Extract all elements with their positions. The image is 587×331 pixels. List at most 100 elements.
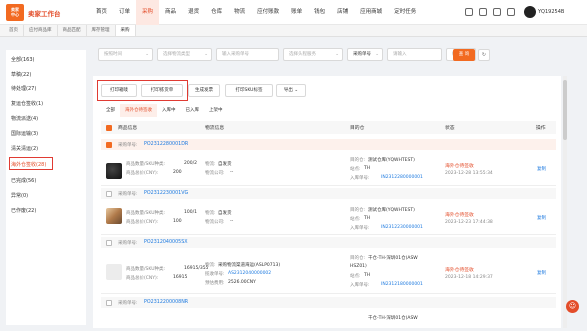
page-tab-product-match[interactable]: 商品匹配 xyxy=(58,25,87,36)
logistics-type-text: 选择物流类型 xyxy=(163,52,190,57)
carrier-value: -- xyxy=(230,170,234,175)
status-date: 2023-12-28 13:55:34 xyxy=(445,171,493,176)
print-label-button[interactable]: 打印箱唛 xyxy=(101,84,137,97)
print-pick-button[interactable]: 打印拣货单 xyxy=(141,84,183,97)
sidebar-item-all[interactable]: 全部(163) xyxy=(11,56,34,63)
shipping-value: 采购物流渠道海运(ASLP0713) xyxy=(218,263,281,268)
nav-purchase[interactable]: 采购 xyxy=(136,0,160,25)
order-number-link[interactable]: PO2312200008NR xyxy=(144,300,188,305)
status-badge: 海外仓待签收 xyxy=(445,213,474,218)
logistics-type-filter[interactable]: 选择物流类型 ⌄ xyxy=(157,48,212,61)
row-checkbox[interactable] xyxy=(106,191,112,197)
sidebar-item-pending[interactable]: 待处理(27) xyxy=(11,85,36,92)
settings-icon[interactable] xyxy=(507,8,515,16)
page-tab-home[interactable]: 首页 xyxy=(4,25,24,36)
nav-store[interactable]: 店铺 xyxy=(331,0,354,25)
tracking-link[interactable]: AS2312040000002 xyxy=(228,271,271,276)
print-sku-button[interactable]: 打印SKU标签 xyxy=(225,84,273,97)
order-number-link[interactable]: PO2312040005SX xyxy=(144,240,188,245)
select-all-checkbox[interactable] xyxy=(106,125,112,131)
nav-products[interactable]: 商品 xyxy=(159,0,182,25)
sidebar-item-intl-transport[interactable]: 国际运输(3) xyxy=(11,130,38,137)
carrier-value: -- xyxy=(230,219,234,224)
shipping-label: 物流: xyxy=(205,162,216,167)
app-logo[interactable]: 卖家 中心 xyxy=(6,4,24,21)
site-label: 站点: xyxy=(350,217,361,222)
page-tab-inventory[interactable]: 库存管理 xyxy=(87,25,116,36)
status-date: 2023-12-23 17:44:38 xyxy=(445,220,493,225)
page-tab-purchase[interactable]: 采购 xyxy=(115,25,136,36)
sidebar-item-draft[interactable]: 草稿(22) xyxy=(11,71,31,78)
tab-stocked[interactable]: 已入库 xyxy=(181,104,205,117)
site-label: 站点: xyxy=(350,274,361,279)
row-checkbox[interactable] xyxy=(106,142,112,148)
row-checkbox[interactable] xyxy=(106,240,112,246)
sidebar-item-exception[interactable]: 异常(0) xyxy=(11,192,28,199)
status-badge: 海外仓待签收 xyxy=(445,164,474,169)
shipping-label: 物流: xyxy=(205,263,216,268)
time-filter[interactable]: 按照时间 ⌄ xyxy=(98,48,153,61)
fee-label: 预估费用: xyxy=(205,281,225,286)
search-input[interactable]: 请输入 xyxy=(387,48,442,61)
scrollbar-thumb[interactable] xyxy=(563,80,567,140)
order-label: 采购单号: xyxy=(118,301,138,306)
nav-orders[interactable]: 订单 xyxy=(113,0,136,25)
inbound-link[interactable]: IN2312230000001 xyxy=(381,225,423,230)
sidebar-item-resend[interactable]: 复运仓签收(1) xyxy=(11,100,43,107)
search-button[interactable]: 查 询 xyxy=(453,49,475,61)
copy-link[interactable]: 复制 xyxy=(537,166,546,172)
sidebar-item-delivery[interactable]: 物流派送(4) xyxy=(11,115,38,122)
order-number-link[interactable]: PO2312230001VG xyxy=(144,191,188,196)
shipping-value: 自发货 xyxy=(218,162,232,167)
search-placeholder: 请输入 xyxy=(393,52,407,57)
copy-link[interactable]: 复制 xyxy=(537,270,546,276)
chat-icon[interactable]: ☺ xyxy=(566,300,579,313)
row-checkbox[interactable] xyxy=(106,300,112,306)
nav-returns[interactable]: 退货 xyxy=(182,0,205,25)
inbound-link[interactable]: IN2312180000001 xyxy=(381,282,423,287)
first-leg-filter[interactable]: 选择头程服务 ⌄ xyxy=(283,48,343,61)
warehouse-value: 测试仓库(YQWHTEST) xyxy=(368,158,415,163)
reset-button[interactable]: ↻ xyxy=(478,49,490,61)
product-thumbnail xyxy=(106,208,122,224)
page-tab-product-lib[interactable]: 应付商品库 xyxy=(24,25,58,36)
message-icon[interactable] xyxy=(479,8,487,16)
purchase-no-placeholder: 输入采购单号 xyxy=(222,52,249,57)
tracking-label: 揽收单号: xyxy=(205,272,225,277)
copy-link[interactable]: 复制 xyxy=(537,215,546,221)
nav-warehouse[interactable]: 仓库 xyxy=(205,0,228,25)
page-tab-bar: 首页 应付商品库 商品匹配 库存管理 采购 xyxy=(0,25,587,37)
nav-bills[interactable]: 账单 xyxy=(285,0,308,25)
help-icon[interactable] xyxy=(493,8,501,16)
purchase-no-input[interactable]: 输入采购单号 xyxy=(216,48,279,61)
export-button[interactable]: 导出 ⌄ xyxy=(276,84,306,97)
nav-scheduled-tasks[interactable]: 定时任务 xyxy=(388,0,422,25)
username[interactable]: YQ19254B xyxy=(538,9,564,15)
inbound-link[interactable]: IN2312280000001 xyxy=(381,175,423,180)
search-field-select[interactable]: 采购单号 ⌄ xyxy=(347,48,383,61)
th-status: 状态 xyxy=(445,126,455,131)
bell-icon[interactable] xyxy=(465,8,473,16)
order-number-link[interactable]: PO2312280001DR xyxy=(144,142,188,147)
sidebar-item-voided[interactable]: 已作废(22) xyxy=(11,207,36,214)
sidebar-item-completed[interactable]: 已完成(56) xyxy=(11,177,36,184)
warehouse-value: 测试仓库(YQWHTEST) xyxy=(368,208,415,213)
generate-invoice-button[interactable]: 生成发票 xyxy=(188,84,220,97)
nav-app-store[interactable]: 应用商城 xyxy=(354,0,388,25)
tab-overseas-receipt[interactable]: 海外仓待签收 xyxy=(120,104,157,117)
nav-payables[interactable]: 应付账款 xyxy=(251,0,285,25)
warehouse-label: 目的仓: xyxy=(350,158,366,163)
tab-shelving[interactable]: 上架中 xyxy=(204,104,228,117)
status-badge: 海外仓待签收 xyxy=(445,268,474,273)
th-actions: 操作 xyxy=(536,126,546,131)
nav-logistics[interactable]: 物流 xyxy=(228,0,251,25)
total-label: 商品总价(CNY): xyxy=(126,276,159,281)
divider xyxy=(101,234,556,235)
tab-inbound[interactable]: 入库中 xyxy=(157,104,181,117)
sidebar-item-customs[interactable]: 清关清运(2) xyxy=(11,145,38,152)
tab-all[interactable]: 全部 xyxy=(101,104,120,117)
first-leg-text: 选择头程服务 xyxy=(289,52,316,57)
nav-wallet[interactable]: 钱包 xyxy=(308,0,331,25)
avatar[interactable] xyxy=(524,6,536,18)
nav-home[interactable]: 首页 xyxy=(90,0,113,25)
